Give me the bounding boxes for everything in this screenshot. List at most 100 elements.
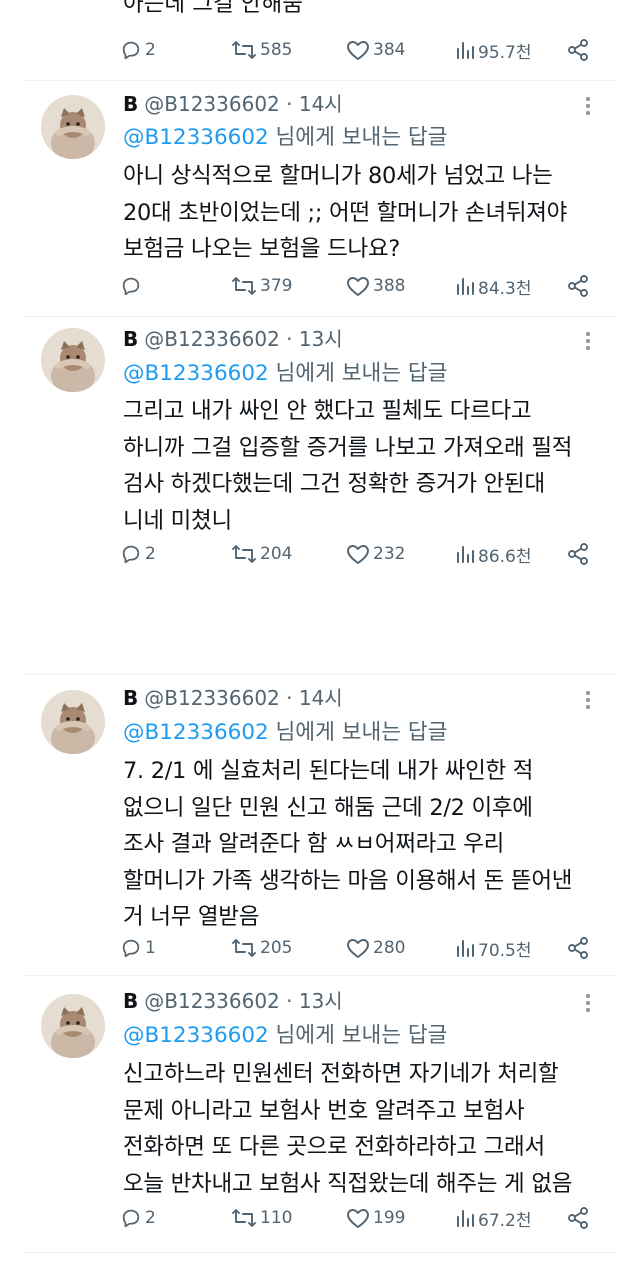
reply-handle-link[interactable]: @B12336602 (123, 720, 269, 745)
reply-handle-link[interactable]: @B12336602 (123, 1023, 269, 1048)
retweet-button[interactable]: 110 (231, 1204, 292, 1232)
display-name[interactable]: B (123, 92, 138, 116)
retweet-button[interactable]: 379 (231, 272, 292, 300)
tweet-header: B @B12336602 · 13시 (123, 324, 343, 354)
views-button[interactable]: 70.5천 (455, 934, 532, 962)
share-icon (568, 39, 588, 61)
user-handle[interactable]: @B12336602 (144, 686, 280, 710)
view-count: 86.6천 (478, 546, 532, 567)
share-button[interactable] (566, 1204, 590, 1232)
like-button[interactable]: 232 (346, 540, 405, 568)
cat-avatar-icon (41, 994, 105, 1058)
like-count: 388 (373, 276, 406, 296)
reply-button[interactable]: 1 (120, 934, 156, 962)
divider (24, 316, 616, 317)
heart-icon (347, 939, 369, 958)
retweet-count: 205 (260, 938, 293, 958)
reply-button[interactable]: 2 (120, 36, 156, 64)
replying-to: @B12336602 님에게 보내는 답글 (123, 716, 447, 750)
tweet-actions: 379 388 84.3천 (120, 272, 600, 300)
user-handle[interactable]: @B12336602 (144, 92, 280, 116)
divider (24, 80, 616, 81)
divider (24, 674, 616, 675)
separator-dot: · (279, 92, 299, 116)
like-button[interactable]: 384 (346, 36, 405, 64)
tweet-actions: 2 585 384 95.7천 (120, 36, 600, 64)
tweet-text: 신고하느라 민원센터 전화하면 자기네가 처리할 문제 아니라고 보험사 번호 … (123, 1061, 573, 1197)
avatar[interactable] (41, 994, 105, 1058)
views-icon (457, 940, 474, 957)
timestamp[interactable]: 13시 (299, 989, 343, 1013)
share-button[interactable] (566, 934, 590, 962)
reply-button[interactable]: 2 (120, 1204, 156, 1232)
retweet-icon (232, 277, 256, 295)
reply-handle-link[interactable]: @B12336602 (123, 361, 269, 386)
views-button[interactable]: 84.3천 (455, 272, 532, 300)
retweet-icon (232, 41, 256, 59)
reply-count: 2 (145, 544, 156, 564)
avatar[interactable] (41, 95, 105, 159)
share-button[interactable] (566, 36, 590, 64)
share-button[interactable] (566, 540, 590, 568)
reply-count: 2 (145, 1208, 156, 1228)
views-button[interactable]: 95.7천 (455, 36, 532, 64)
like-count: 232 (373, 544, 406, 564)
reply-suffix: 님에게 보내는 답글 (268, 1023, 448, 1048)
like-button[interactable]: 199 (346, 1204, 405, 1232)
heart-icon (347, 277, 369, 296)
view-count: 70.5천 (478, 940, 532, 961)
more-options-icon[interactable] (580, 991, 596, 1017)
tweet-actions: 2 204 232 86.6천 (120, 540, 600, 568)
views-icon (457, 1210, 474, 1227)
display-name[interactable]: B (123, 989, 138, 1013)
share-button[interactable] (566, 272, 590, 300)
like-count: 384 (373, 40, 406, 60)
views-icon (457, 42, 474, 59)
reply-icon (122, 41, 140, 60)
reply-button[interactable]: 2 (120, 540, 156, 568)
retweet-button[interactable]: 585 (231, 36, 292, 64)
timestamp[interactable]: 14시 (299, 686, 343, 710)
reply-handle-link[interactable]: @B12336602 (123, 125, 269, 150)
heart-icon (347, 545, 369, 564)
retweet-count: 110 (260, 1208, 293, 1228)
divider (24, 975, 616, 976)
reply-icon (122, 545, 140, 564)
reply-button[interactable] (120, 272, 145, 300)
cat-avatar-icon (41, 95, 105, 159)
more-options-icon[interactable] (580, 329, 596, 355)
more-options-icon[interactable] (580, 688, 596, 714)
share-icon (568, 937, 588, 959)
timestamp[interactable]: 13시 (299, 327, 343, 351)
timestamp[interactable]: 14시 (299, 92, 343, 116)
tweet-actions: 2 110 199 67.2천 (120, 1204, 600, 1232)
user-handle[interactable]: @B12336602 (144, 327, 280, 351)
display-name[interactable]: B (123, 686, 138, 710)
separator-dot: · (279, 686, 299, 710)
share-icon (568, 1207, 588, 1229)
cat-avatar-icon (41, 690, 105, 754)
tweet-header: B @B12336602 · 14시 (123, 683, 343, 713)
retweet-icon (232, 545, 256, 563)
tweet-header: B @B12336602 · 14시 (123, 89, 343, 119)
retweet-button[interactable]: 205 (231, 934, 292, 962)
retweet-count: 585 (260, 40, 293, 60)
tweet-text: 아니 상식적으로 할머니가 80세가 넘었고 나는 20대 초반이었는데 ;; … (123, 163, 568, 262)
avatar[interactable] (41, 690, 105, 754)
avatar[interactable] (41, 328, 105, 392)
tweet-text: 7. 2/1 에 실효처리 된다는데 내가 싸인한 적 없으니 일단 민원 신고… (123, 758, 573, 930)
more-options-icon[interactable] (580, 94, 596, 120)
display-name[interactable]: B (123, 327, 138, 351)
tweet-text: 그리고 내가 싸인 안 했다고 필체도 다르다고 하니까 그걸 입증할 증거를 … (123, 398, 573, 534)
reply-suffix: 님에게 보내는 답글 (268, 361, 448, 386)
reply-icon (122, 277, 140, 296)
views-button[interactable]: 67.2천 (455, 1204, 532, 1232)
like-button[interactable]: 280 (346, 934, 405, 962)
separator-dot: · (279, 327, 299, 351)
user-handle[interactable]: @B12336602 (144, 989, 280, 1013)
views-button[interactable]: 86.6천 (455, 540, 532, 568)
like-button[interactable]: 388 (346, 272, 405, 300)
retweet-button[interactable]: 204 (231, 540, 292, 568)
reply-icon (122, 939, 140, 958)
replying-to: @B12336602 님에게 보내는 답글 (123, 121, 447, 155)
